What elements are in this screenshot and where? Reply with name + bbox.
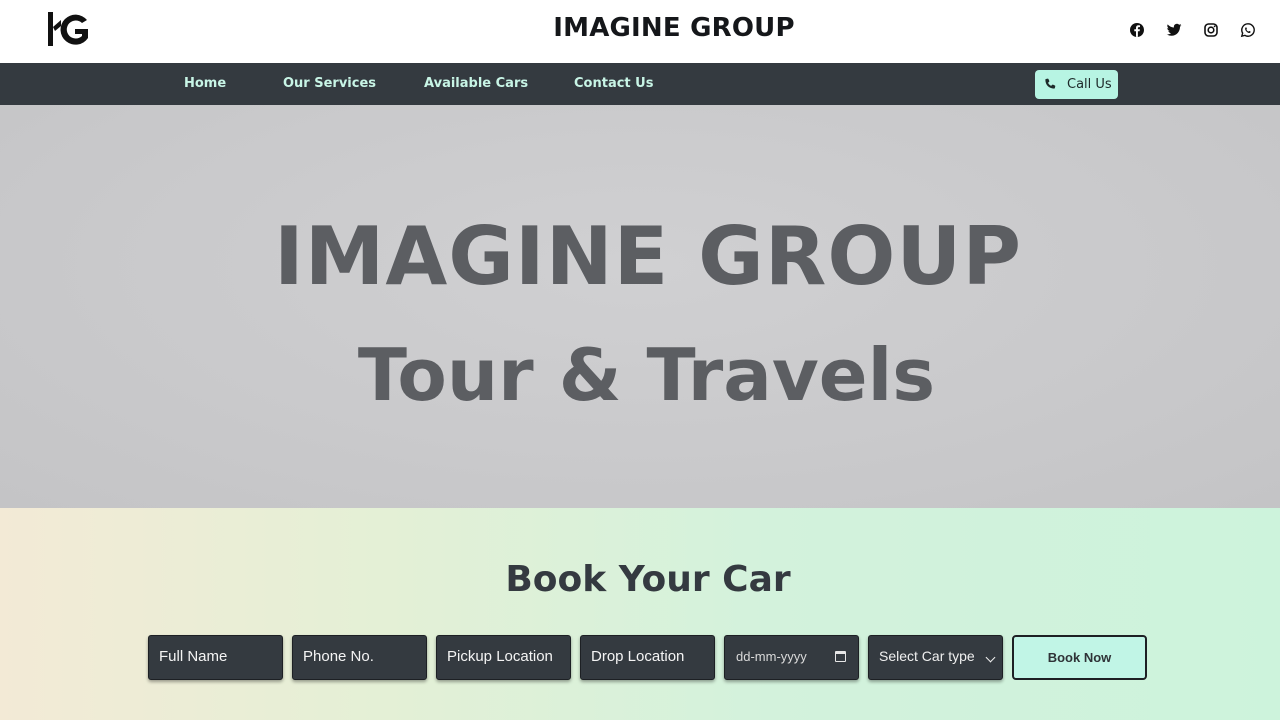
phone-icon bbox=[1045, 78, 1056, 89]
instagram-icon[interactable] bbox=[1203, 22, 1219, 38]
car-type-value: Select Car type bbox=[879, 648, 975, 664]
nav-item-home[interactable]: Home bbox=[184, 76, 226, 91]
pickup-location-field[interactable]: Pickup Location bbox=[436, 635, 571, 680]
drop-location-field[interactable]: Drop Location bbox=[580, 635, 715, 680]
nav-item-contact-us[interactable]: Contact Us bbox=[574, 76, 653, 91]
date-field[interactable]: dd-mm-yyyy bbox=[724, 635, 859, 680]
top-header: IMAGINE GROUP bbox=[0, 0, 1280, 63]
date-placeholder: dd-mm-yyyy bbox=[736, 649, 807, 664]
hero-subtitle: Tour & Travels bbox=[357, 333, 936, 417]
call-us-label: Call Us bbox=[1067, 77, 1112, 92]
car-type-select[interactable]: Select Car type bbox=[868, 635, 1003, 680]
booking-section: Book Your Car Full Name Phone No. Pickup… bbox=[0, 508, 1280, 720]
site-title-text: IMAGINE GROUP bbox=[553, 13, 795, 43]
nav-item-available-cars[interactable]: Available Cars bbox=[424, 76, 528, 91]
hero-title: IMAGINE GROUP bbox=[273, 210, 1023, 303]
call-us-button[interactable]: Call Us bbox=[1035, 70, 1118, 99]
whatsapp-icon[interactable] bbox=[1240, 22, 1256, 38]
nav-item-our-services[interactable]: Our Services bbox=[283, 76, 376, 91]
chevron-down-icon bbox=[985, 652, 996, 663]
hero-banner: IMAGINE GROUP Tour & Travels bbox=[0, 105, 1280, 508]
facebook-icon[interactable] bbox=[1129, 22, 1145, 38]
social-links bbox=[1129, 22, 1256, 38]
phone-field[interactable]: Phone No. bbox=[292, 635, 427, 680]
twitter-icon[interactable] bbox=[1166, 22, 1182, 38]
booking-title: Book Your Car bbox=[505, 559, 791, 600]
book-now-button[interactable]: Book Now bbox=[1012, 635, 1147, 680]
main-navbar: Home Our Services Available Cars Contact… bbox=[0, 63, 1280, 105]
site-title: IMAGINE GROUP bbox=[0, 13, 1280, 43]
calendar-icon[interactable] bbox=[835, 651, 846, 662]
full-name-field[interactable]: Full Name bbox=[148, 635, 283, 680]
